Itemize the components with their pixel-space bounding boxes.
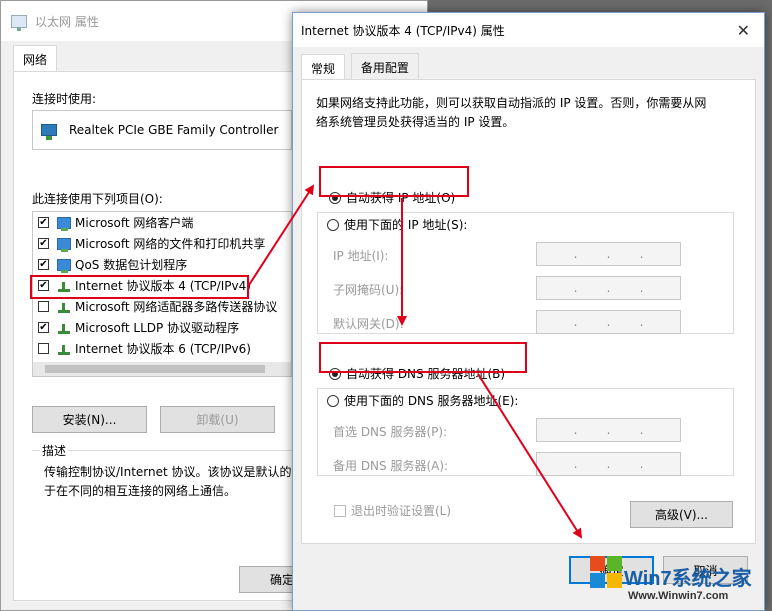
arrow-to-auto-ip <box>248 184 315 286</box>
annotation-arrows <box>248 184 583 539</box>
watermark-url: Www.Winwin7.com <box>628 590 729 602</box>
arrow-to-ok-button <box>477 373 583 539</box>
watermark: Win7系统之家 Www.Winwin7.com <box>590 556 770 608</box>
watermark-brand: Win7系统之家 <box>624 568 752 590</box>
windows-logo-icon <box>590 556 624 590</box>
